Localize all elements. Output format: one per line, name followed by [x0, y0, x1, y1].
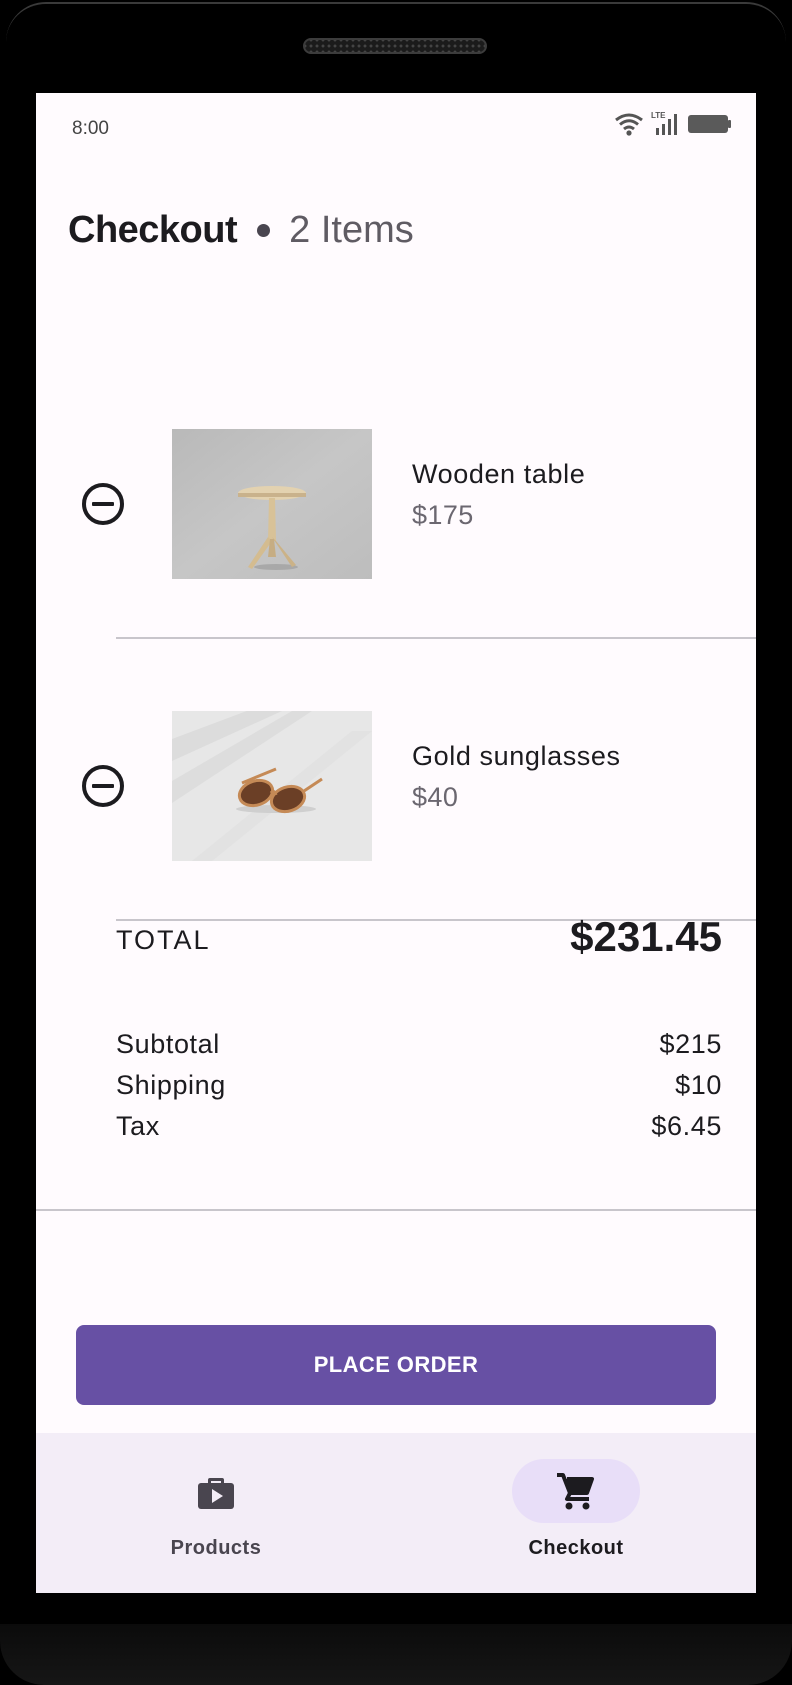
remove-circle-icon[interactable]: [82, 765, 124, 807]
remove-bar: [92, 502, 114, 506]
cell-signal-icon: LTE: [651, 111, 677, 135]
summary-value: $10: [675, 1070, 722, 1100]
phone-chin: [0, 1624, 792, 1685]
page-title: Checkout: [68, 208, 238, 251]
nav-indicator: [152, 1459, 280, 1523]
phone-frame: 8:00 LTE Checkout 2 Items Wooden table $…: [0, 0, 792, 1685]
nav-item-checkout[interactable]: Checkout: [396, 1433, 756, 1593]
wifi-icon: [615, 113, 643, 136]
summary-label: Subtotal: [116, 1029, 220, 1059]
summary-label: Tax: [116, 1111, 160, 1141]
nav-indicator-active: [512, 1459, 640, 1523]
nav-label: Products: [170, 1537, 262, 1559]
checkout-header: Checkout 2 Items: [68, 205, 414, 255]
summary-label: Shipping: [116, 1070, 226, 1100]
status-time: 8:00: [72, 118, 109, 139]
cart-item-wooden-table: Wooden table $175: [36, 357, 756, 639]
shopping-bag-icon: [198, 1478, 234, 1509]
item-price: $40: [412, 782, 459, 812]
app-screen: 8:00 LTE Checkout 2 Items Wooden table $…: [36, 93, 756, 1593]
summary-row-shipping: Shipping $10: [116, 1070, 722, 1106]
remove-bar: [92, 784, 114, 788]
place-order-button[interactable]: PLACE ORDER: [76, 1325, 716, 1405]
summary-row-subtotal: Subtotal $215: [116, 1029, 722, 1065]
gold-sunglasses-image: [172, 711, 372, 861]
nav-label: Checkout: [528, 1537, 624, 1559]
item-name: Gold sunglasses: [412, 741, 621, 771]
battery-icon: [688, 115, 731, 133]
summary-value: $215: [659, 1029, 722, 1059]
cart-item-gold-sunglasses: Gold sunglasses $40: [36, 639, 756, 921]
item-name: Wooden table: [412, 459, 586, 489]
bottom-navigation: Products Checkout: [36, 1433, 756, 1593]
summary-row-tax: Tax $6.45: [116, 1111, 722, 1147]
status-icons: LTE: [614, 111, 732, 137]
nav-item-products[interactable]: Products: [36, 1433, 396, 1593]
network-type-label: LTE: [651, 111, 666, 120]
shopping-cart-icon: [557, 1473, 594, 1510]
separator-dot: [257, 223, 271, 237]
total-label: TOTAL: [116, 925, 211, 955]
status-bar: 8:00 LTE: [36, 93, 756, 165]
summary-divider: [36, 1209, 756, 1211]
remove-circle-icon[interactable]: [82, 483, 124, 525]
total-value: $231.45: [570, 913, 722, 960]
earpiece-speaker: [303, 38, 487, 54]
summary-value: $6.45: [651, 1111, 722, 1141]
item-price: $175: [412, 500, 474, 530]
item-count: 2 Items: [289, 208, 414, 251]
wooden-table-image: [172, 429, 372, 579]
